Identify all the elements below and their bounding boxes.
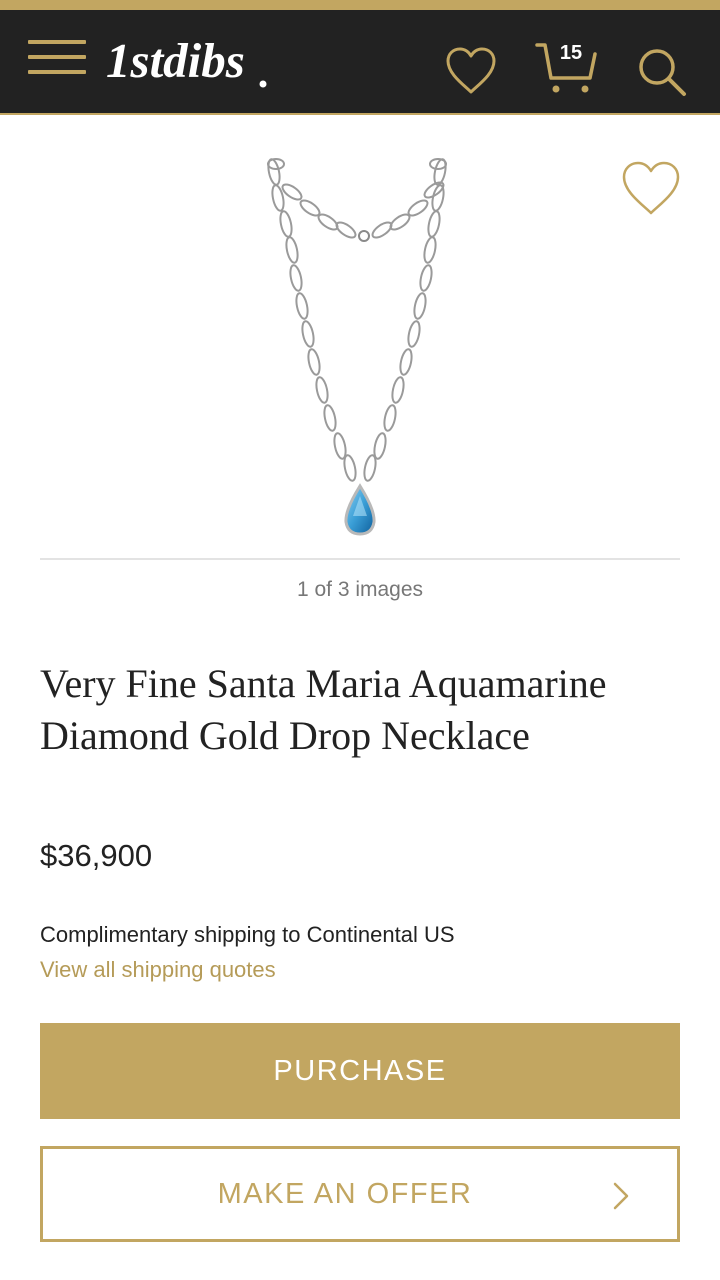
image-counter: 1 of 3 images — [296, 578, 424, 601]
product-image[interactable] — [240, 150, 480, 545]
save-favorite-button[interactable] — [620, 160, 682, 218]
app-header: 1stdibs 15 — [0, 10, 720, 115]
purchase-button[interactable]: PURCHASE — [40, 1023, 680, 1119]
cart-button[interactable]: 15 — [534, 40, 600, 98]
heart-icon — [446, 47, 496, 94]
make-offer-button[interactable]: MAKE AN OFFER — [40, 1146, 680, 1242]
favorites-button[interactable] — [444, 46, 498, 96]
shipping-info: Complimentary shipping to Continental US — [40, 922, 455, 947]
menu-button[interactable] — [28, 40, 88, 84]
search-button[interactable] — [636, 46, 688, 98]
search-icon — [639, 49, 686, 96]
make-offer-label: MAKE AN OFFER — [217, 1177, 473, 1210]
product-title: Very Fine Santa Maria Aquamarine Diamond… — [40, 661, 607, 758]
logo-dot — [259, 80, 267, 88]
product-price: $36,900 — [40, 838, 153, 873]
menu-icon-bar — [28, 70, 86, 74]
site-logo[interactable]: 1stdibs — [106, 32, 245, 89]
shipping-quotes-link[interactable]: View all shipping quotes — [40, 957, 276, 983]
menu-icon-bar — [28, 55, 86, 59]
menu-icon-bar — [28, 40, 86, 44]
purchase-label: PURCHASE — [273, 1054, 447, 1087]
cart-count-badge: 15 — [559, 42, 583, 64]
heart-outline-icon — [622, 161, 680, 215]
necklace-illustration — [267, 158, 447, 536]
chevron-right-icon — [613, 1182, 629, 1210]
top-accent-bar — [0, 0, 720, 10]
gallery-divider — [40, 558, 680, 560]
